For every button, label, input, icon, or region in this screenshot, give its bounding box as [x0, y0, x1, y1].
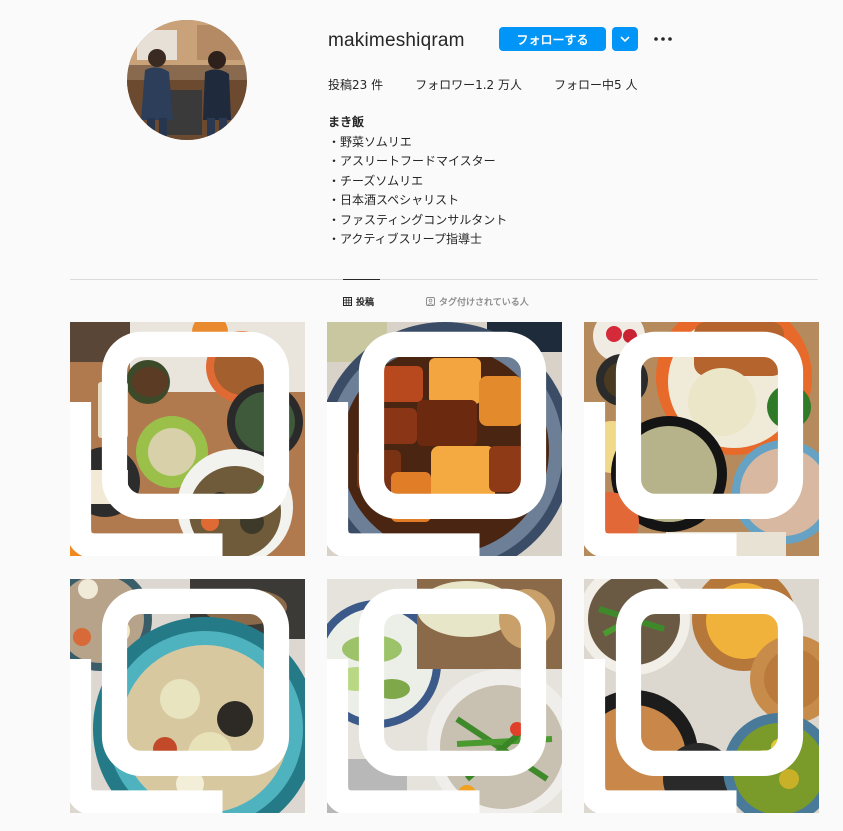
grid-icon: [343, 297, 352, 306]
more-dots-icon: [654, 37, 672, 41]
post-thumbnail[interactable]: [327, 322, 562, 556]
multi-image-icon: [70, 588, 290, 813]
suggestions-dropdown-button[interactable]: [612, 27, 638, 51]
multi-image-icon: [584, 331, 804, 556]
post-thumbnail[interactable]: [70, 322, 305, 556]
post-thumbnail[interactable]: [584, 322, 819, 556]
post-thumbnail[interactable]: [327, 579, 562, 813]
tab-tagged-label: タグ付けされている人: [439, 298, 529, 308]
avatar[interactable]: [127, 20, 247, 140]
chevron-down-icon: [620, 36, 630, 42]
post-thumbnail[interactable]: [584, 579, 819, 813]
bio: まき飯 ・野菜ソムリエ ・アスリートフードマイスター ・チーズソムリエ ・日本酒…: [328, 113, 507, 250]
bio-line: ・野菜ソムリエ: [328, 134, 412, 149]
avatar-photo: [127, 20, 247, 140]
username: makimeshiqram: [328, 30, 465, 51]
tab-posts[interactable]: 投稿: [343, 295, 374, 308]
more-options-button[interactable]: [652, 28, 674, 50]
posts-count: 投稿23 件: [328, 78, 384, 92]
tab-posts-label: 投稿: [356, 298, 375, 308]
multi-image-icon: [70, 331, 290, 556]
multi-image-icon: [584, 588, 804, 813]
divider: [70, 279, 818, 280]
bio-line: ・アスリートフードマイスター: [328, 154, 496, 168]
post-thumbnail[interactable]: [70, 579, 305, 813]
active-tab-indicator: [343, 279, 380, 280]
follow-button[interactable]: フォローする: [499, 27, 606, 51]
multi-image-icon: [327, 588, 547, 813]
tag-person-icon: [426, 297, 435, 306]
profile-stats: 投稿23 件 フォロワー1.2 万人 フォロー中5 人: [328, 76, 669, 93]
bio-line: ・アクティブスリープ指導士: [328, 232, 482, 246]
tab-tagged[interactable]: タグ付けされている人: [426, 295, 529, 308]
following-count[interactable]: フォロー中5 人: [554, 76, 637, 93]
followers-count[interactable]: フォロワー1.2 万人: [415, 76, 522, 93]
multi-image-icon: [327, 331, 547, 556]
bio-line: ・日本酒スペシャリスト: [328, 193, 460, 207]
bio-name: まき飯: [328, 115, 365, 129]
bio-line: ・ファスティングコンサルタント: [328, 212, 508, 227]
bio-line: ・チーズソムリエ: [328, 173, 424, 188]
